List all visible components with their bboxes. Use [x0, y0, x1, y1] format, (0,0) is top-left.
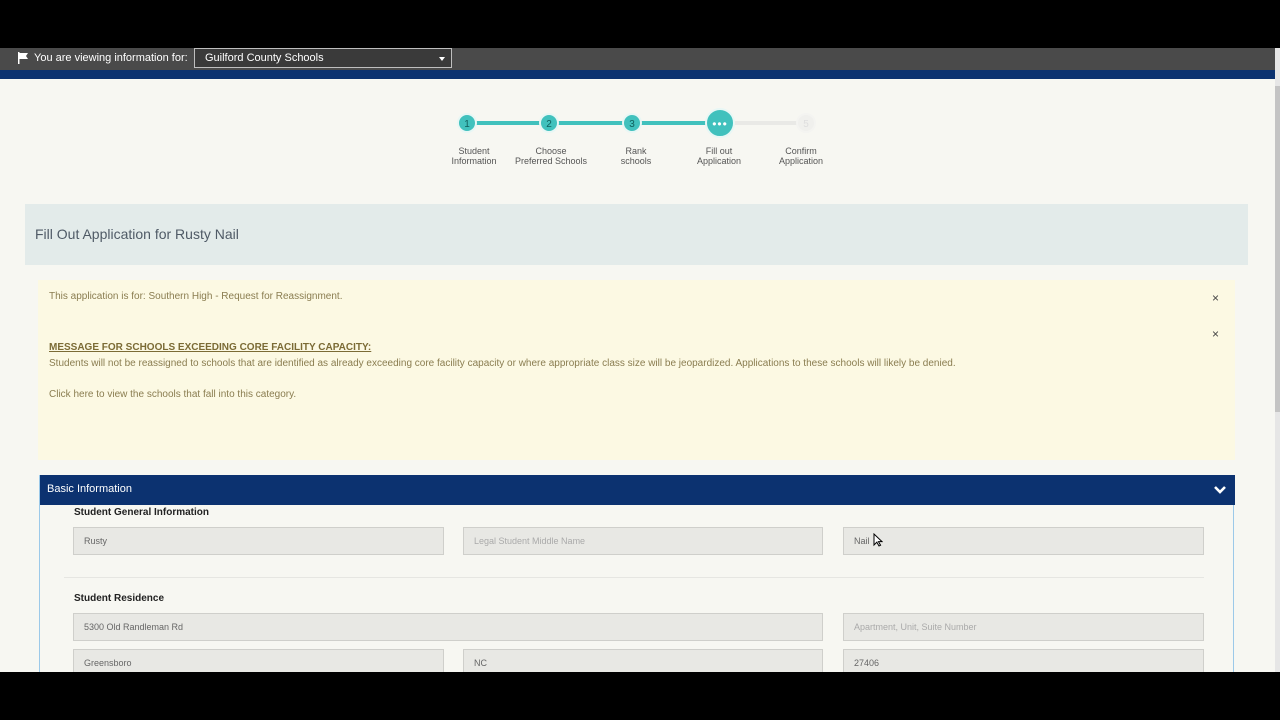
- step-label-line: Student: [458, 146, 490, 156]
- step-label-line: Information: [451, 156, 497, 166]
- basic-information-header[interactable]: Basic Information: [40, 475, 1235, 505]
- step-label-line: Application: [696, 156, 742, 166]
- mouse-cursor-icon: [873, 533, 883, 547]
- step-3-dot[interactable]: 3: [622, 113, 642, 133]
- residence-label: Student Residence: [74, 593, 165, 604]
- application-stepper: 1 2 3 ••• 5 Student Information Choose P…: [440, 106, 840, 176]
- city-field[interactable]: Greensboro: [73, 649, 444, 672]
- flag-icon: [18, 52, 28, 64]
- zip-field[interactable]: 27406: [843, 649, 1204, 672]
- step-2-label: Choose Preferred Schools: [511, 146, 591, 166]
- step-label-line: Fill out: [705, 146, 733, 156]
- step-1-label: Student Information: [434, 146, 514, 166]
- browser-viewport: You are viewing information for: Guilfor…: [0, 48, 1280, 672]
- page-scrollbar[interactable]: [1275, 48, 1280, 672]
- panel-title: Basic Information: [47, 483, 132, 495]
- view-schools-link[interactable]: Click here to view the schools that fall…: [49, 389, 296, 400]
- step-label-line: Application: [778, 156, 824, 166]
- step-2-dot[interactable]: 2: [539, 113, 559, 133]
- middle-name-field[interactable]: Legal Student Middle Name: [463, 527, 823, 555]
- step-3-label: Rank schools: [596, 146, 676, 166]
- application-for-text: This application is for: Southern High -…: [49, 291, 343, 302]
- section-divider: [64, 577, 1204, 578]
- last-name-field[interactable]: Nail: [843, 527, 1204, 555]
- scrollbar-thumb[interactable]: [1275, 86, 1280, 412]
- page-title: Fill Out Application for Rusty Nail: [35, 226, 239, 242]
- alert-heading: MESSAGE FOR SCHOOLS EXCEEDING CORE FACIL…: [49, 342, 372, 353]
- viewing-context-bar: You are viewing information for: Guilfor…: [0, 48, 1275, 70]
- general-info-label: Student General Information: [74, 507, 210, 518]
- close-icon[interactable]: ×: [1212, 291, 1219, 305]
- caret-down-icon: [439, 57, 445, 61]
- step-label-line: Preferred Schools: [514, 156, 588, 166]
- step-4-label: Fill out Application: [679, 146, 759, 166]
- viewing-label: You are viewing information for:: [34, 52, 188, 64]
- state-field[interactable]: NC: [463, 649, 823, 672]
- step-label-line: Choose: [535, 146, 567, 156]
- step-4-dot: •••: [705, 108, 735, 138]
- chevron-down-icon[interactable]: [1213, 483, 1227, 497]
- district-select-value: Guilford County Schools: [205, 52, 324, 64]
- close-icon[interactable]: ×: [1212, 327, 1219, 341]
- step-connector: [550, 121, 633, 125]
- district-select[interactable]: Guilford County Schools: [194, 48, 452, 68]
- step-5-dot: 5: [796, 113, 816, 133]
- step-5-label: Confirm Application: [761, 146, 841, 166]
- step-connector: [467, 121, 550, 125]
- step-label-line: Rank: [625, 146, 647, 156]
- basic-information-panel: Basic Information Student General Inform…: [39, 475, 1235, 672]
- first-name-field[interactable]: Rusty: [73, 527, 444, 555]
- street-address-field[interactable]: 5300 Old Randleman Rd: [73, 613, 823, 641]
- alert-body: Students will not be reassigned to schoo…: [49, 358, 956, 369]
- step-1-dot[interactable]: 1: [457, 113, 477, 133]
- apartment-field[interactable]: Apartment, Unit, Suite Number: [843, 613, 1204, 641]
- capacity-alert: This application is for: Southern High -…: [38, 280, 1235, 460]
- step-label-line: schools: [620, 156, 652, 166]
- step-label-line: Confirm: [785, 146, 817, 156]
- header-accent-bar: [0, 70, 1275, 79]
- page-header: Fill Out Application for Rusty Nail: [25, 204, 1248, 265]
